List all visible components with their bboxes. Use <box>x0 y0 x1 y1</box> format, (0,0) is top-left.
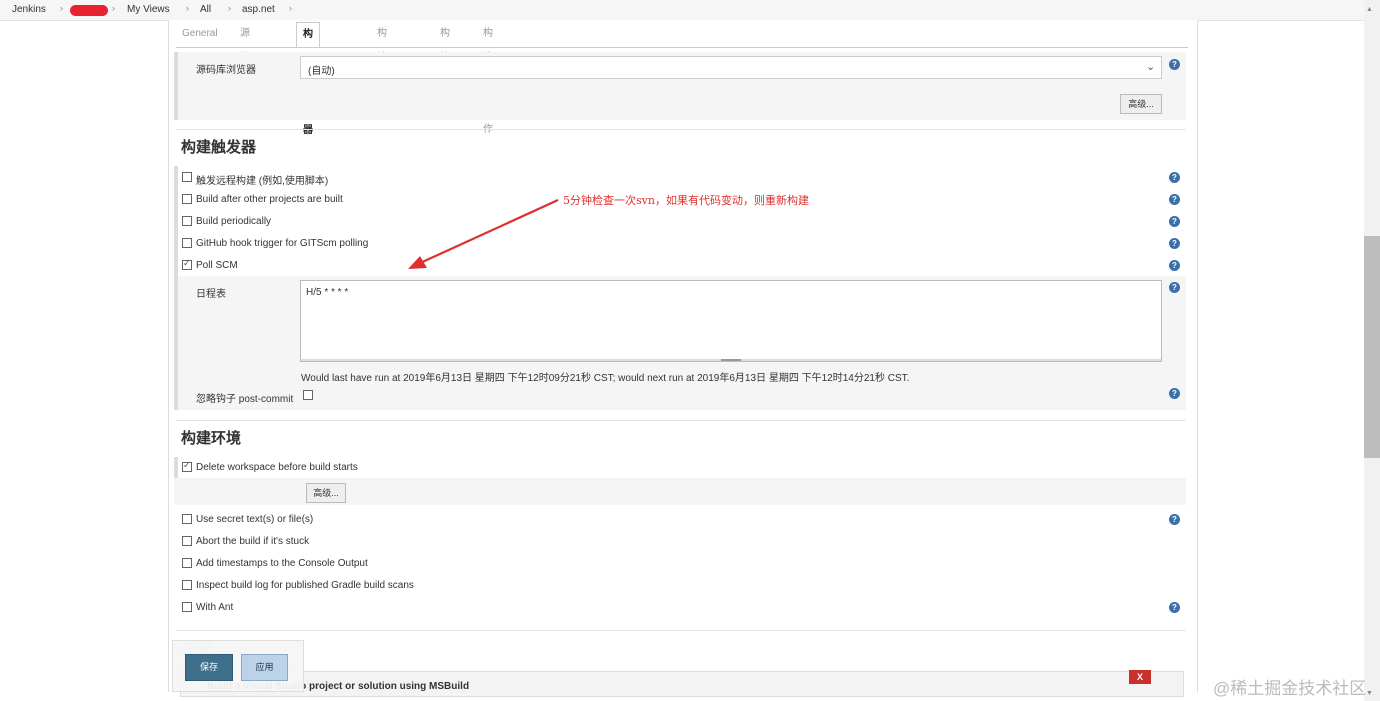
scm-browser-select[interactable]: (自动) ⌄ <box>300 56 1162 79</box>
tab-build-env[interactable]: 构建环境 <box>371 22 393 111</box>
trigger-poll-scm-label: Poll SCM <box>196 260 238 271</box>
section-divider <box>176 420 1186 421</box>
trigger-remote-checkbox[interactable] <box>182 172 192 182</box>
breadcrumb-all[interactable]: All <box>200 4 211 15</box>
help-icon[interactable]: ? <box>1169 216 1180 227</box>
help-icon[interactable]: ? <box>1169 238 1180 249</box>
schedule-textarea[interactable]: H/5 * * * * <box>300 280 1162 362</box>
delete-step-button[interactable]: X <box>1129 670 1151 684</box>
delete-workspace-label: Delete workspace before build starts <box>196 462 358 473</box>
delete-workspace-checkbox[interactable] <box>182 460 192 472</box>
ignore-hook-checkbox[interactable] <box>303 390 313 400</box>
chevron-right-icon: › <box>186 3 189 13</box>
ignore-hook-label: 忽略钩子 post-commit <box>196 394 294 405</box>
breadcrumb-jenkins[interactable]: Jenkins <box>12 4 46 15</box>
use-secret-label: Use secret text(s) or file(s) <box>196 514 314 525</box>
scm-browser-label: 源码库浏览器 <box>196 65 256 76</box>
help-icon[interactable]: ? <box>1169 172 1180 183</box>
schedule-label: 日程表 <box>196 289 226 300</box>
annotation-arrow-icon <box>408 198 559 269</box>
trigger-github-hook-checkbox[interactable] <box>182 238 192 248</box>
chevron-right-icon: › <box>289 3 292 13</box>
help-icon[interactable]: ? <box>1169 282 1180 293</box>
trigger-poll-scm-checkbox[interactable] <box>182 258 192 270</box>
trigger-after-other-label: Build after other projects are built <box>196 194 343 205</box>
scm-advanced-button[interactable]: 高级... <box>1120 94 1162 114</box>
schedule-value: H/5 * * * * <box>306 287 349 298</box>
chevron-right-icon: › <box>112 3 115 13</box>
tab-post-build[interactable]: 构建后操作 <box>477 22 499 135</box>
chevron-down-icon: ⌄ <box>1146 61 1156 73</box>
help-icon[interactable]: ? <box>1169 388 1180 399</box>
env-advanced-button[interactable]: 高级... <box>306 483 346 503</box>
build-env-heading: 构建环境 <box>181 430 242 447</box>
trigger-github-hook-label: GitHub hook trigger for GITScm polling <box>196 238 369 249</box>
abort-stuck-label: Abort the build if it's stuck <box>196 536 310 547</box>
section-divider <box>176 630 1186 631</box>
schedule-info-text: Would last have run at 2019年6月13日 星期四 下午… <box>301 373 910 384</box>
help-icon[interactable]: ? <box>1169 514 1180 525</box>
tab-general[interactable]: General <box>176 22 224 46</box>
scrollbar-thumb[interactable] <box>1364 236 1380 458</box>
scroll-up-icon[interactable]: ▲ <box>1366 6 1373 13</box>
abort-stuck-checkbox[interactable] <box>182 536 192 546</box>
tab-divider <box>176 47 1188 48</box>
resize-grip-icon[interactable] <box>721 359 741 361</box>
with-ant-checkbox[interactable] <box>182 602 192 612</box>
tab-scm[interactable]: 源码管理 <box>234 22 256 111</box>
scm-browser-value: (自动) <box>308 66 335 77</box>
add-timestamps-label: Add timestamps to the Console Output <box>196 558 368 569</box>
breadcrumb-asp-net[interactable]: asp.net <box>242 4 275 15</box>
use-secret-checkbox[interactable] <box>182 514 192 524</box>
annotation-text: 5分钟检查一次svn，如果有代码变动，则重新构建 <box>563 194 809 207</box>
watermark: @稀土掘金技术社区 <box>1213 679 1367 698</box>
help-icon[interactable]: ? <box>1169 260 1180 271</box>
with-ant-label: With Ant <box>196 602 234 613</box>
tab-build[interactable]: 构建 <box>434 22 456 63</box>
apply-button[interactable]: 应用 <box>241 654 288 681</box>
trigger-after-other-checkbox[interactable] <box>182 194 192 204</box>
gradle-scans-label: Inspect build log for published Gradle b… <box>196 580 414 591</box>
section-bar <box>174 276 178 410</box>
breadcrumb-my-views[interactable]: My Views <box>127 4 170 15</box>
chevron-right-icon: › <box>228 3 231 13</box>
help-icon[interactable]: ? <box>1169 194 1180 205</box>
help-icon[interactable]: ? <box>1169 59 1180 70</box>
section-bar <box>174 52 178 120</box>
trigger-periodic-checkbox[interactable] <box>182 216 192 226</box>
chevron-right-icon: › <box>60 3 63 13</box>
help-icon[interactable]: ? <box>1169 602 1180 613</box>
section-divider <box>176 129 1186 130</box>
add-timestamps-checkbox[interactable] <box>182 558 192 568</box>
scroll-down-icon[interactable]: ▼ <box>1366 690 1373 697</box>
build-triggers-heading: 构建触发器 <box>181 139 257 156</box>
breadcrumb: Jenkins › › My Views › All › asp.net › <box>0 0 1364 21</box>
tab-build-triggers[interactable]: 构建触发器 <box>296 22 320 136</box>
trigger-periodic-label: Build periodically <box>196 216 272 227</box>
save-button[interactable]: 保存 <box>185 654 233 681</box>
redacted-mark <box>70 5 108 16</box>
gradle-scans-checkbox[interactable] <box>182 580 192 590</box>
trigger-remote-label: 触发远程构建 (例如,使用脚本) <box>196 176 329 187</box>
